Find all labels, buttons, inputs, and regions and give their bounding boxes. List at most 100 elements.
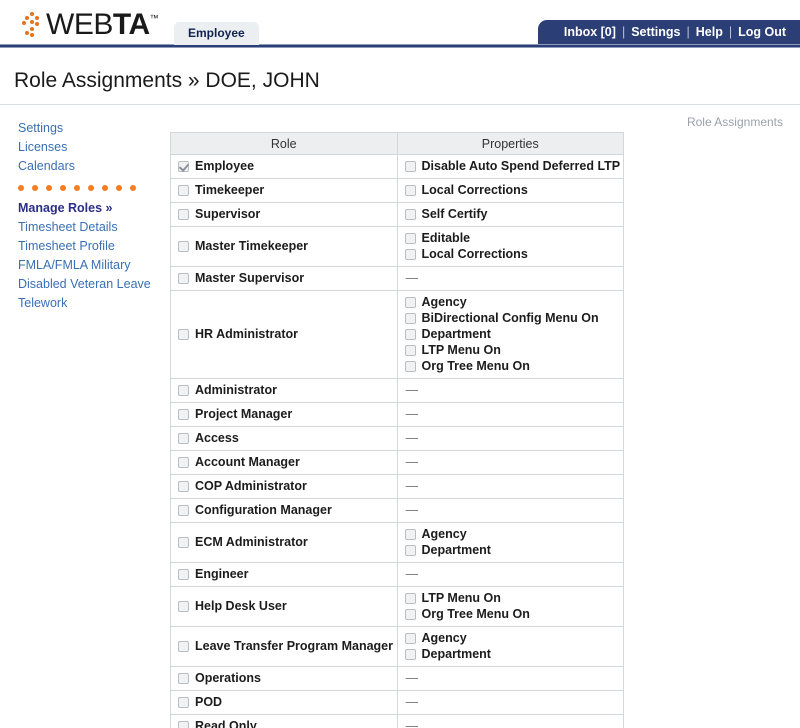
sidebar-item-fmla-fmla-military[interactable]: FMLA/FMLA Military <box>18 256 170 275</box>
role-option[interactable]: Configuration Manager <box>178 503 393 518</box>
checkbox-icon[interactable] <box>178 569 189 580</box>
checkbox-icon[interactable] <box>404 633 416 644</box>
checkbox-icon[interactable] <box>404 609 416 620</box>
property-option[interactable]: Department <box>404 327 620 342</box>
property-label: Agency <box>421 527 467 541</box>
role-option[interactable]: Timekeeper <box>178 183 393 198</box>
role-option[interactable]: Employee <box>178 159 393 174</box>
property-option[interactable]: Local Corrections <box>404 247 620 262</box>
property-option[interactable]: Self Certify <box>404 207 620 222</box>
checkbox-icon[interactable] <box>178 329 189 340</box>
checkbox-icon[interactable] <box>404 233 416 244</box>
role-option[interactable]: Master Timekeeper <box>178 239 393 254</box>
checkbox-icon[interactable] <box>404 593 416 604</box>
sidebar-item-licenses[interactable]: Licenses <box>18 138 170 157</box>
properties-cell: Disable Auto Spend Deferred LTP <box>396 154 624 179</box>
sidebar-item-timesheet-profile[interactable]: Timesheet Profile <box>18 237 170 256</box>
checkbox-icon[interactable] <box>404 161 416 172</box>
role-option[interactable]: HR Administrator <box>178 327 393 342</box>
checkbox-icon[interactable] <box>178 209 189 220</box>
property-label: BiDirectional Config Menu On <box>421 311 599 325</box>
role-cell: Master Timekeeper <box>170 226 398 267</box>
nav-settings-link[interactable]: Settings <box>631 25 680 39</box>
role-option[interactable]: Read Only <box>178 719 393 728</box>
checkbox-icon[interactable] <box>404 529 416 540</box>
property-option[interactable]: BiDirectional Config Menu On <box>404 311 620 326</box>
sidebar-item-settings[interactable]: Settings <box>18 119 170 138</box>
property-label: Agency <box>421 631 467 645</box>
nav-help-link[interactable]: Help <box>696 25 723 39</box>
property-option[interactable]: Department <box>404 543 620 558</box>
column-header-role: Role <box>170 132 398 155</box>
role-option[interactable]: Supervisor <box>178 207 393 222</box>
checkbox-icon[interactable] <box>404 649 416 660</box>
checkbox-icon[interactable] <box>178 385 189 396</box>
property-option[interactable]: Agency <box>404 631 620 646</box>
checkbox-icon[interactable] <box>404 345 416 356</box>
checkbox-icon[interactable] <box>178 433 189 444</box>
table-row: Leave Transfer Program Manager Agency Depa… <box>170 626 624 667</box>
checkbox-icon[interactable] <box>178 721 189 728</box>
checkbox-icon[interactable] <box>178 673 189 684</box>
property-option[interactable]: Local Corrections <box>404 183 620 198</box>
nav-inbox-link[interactable]: Inbox [0] <box>564 25 616 39</box>
role-cell: Read Only <box>170 714 398 728</box>
checkbox-icon[interactable] <box>404 249 416 260</box>
sidebar-item-manage-roles[interactable]: Manage Roles » <box>18 199 170 218</box>
checkbox-icon[interactable] <box>178 241 189 252</box>
role-label: Account Manager <box>195 455 300 469</box>
properties-cell: — <box>396 666 624 691</box>
role-option[interactable]: ECM Administrator <box>178 535 393 550</box>
property-option[interactable]: Agency <box>404 527 620 542</box>
property-option[interactable]: LTP Menu On <box>404 591 620 606</box>
role-option[interactable]: Account Manager <box>178 455 393 470</box>
checkbox-icon[interactable] <box>404 185 416 196</box>
property-option[interactable]: Org Tree Menu On <box>404 607 620 622</box>
checkbox-icon[interactable] <box>404 545 416 556</box>
role-option[interactable]: POD <box>178 695 393 710</box>
role-option[interactable]: Leave Transfer Program Manager <box>178 639 393 654</box>
checkbox-icon[interactable] <box>178 409 189 420</box>
checkbox-icon[interactable] <box>178 185 189 196</box>
property-label: Department <box>421 647 491 661</box>
role-option[interactable]: COP Administrator <box>178 479 393 494</box>
checkbox-icon[interactable] <box>404 329 416 340</box>
table-row: Master Supervisor — <box>170 266 624 291</box>
checkbox-icon[interactable] <box>178 457 189 468</box>
role-option[interactable]: Engineer <box>178 567 393 582</box>
checkbox-icon[interactable] <box>178 601 189 612</box>
checkbox-icon[interactable] <box>178 505 189 516</box>
checkbox-icon[interactable] <box>404 297 416 308</box>
checkbox-icon[interactable] <box>178 481 189 492</box>
checkbox-icon[interactable] <box>178 641 189 652</box>
property-option[interactable]: LTP Menu On <box>404 343 620 358</box>
role-option[interactable]: Project Manager <box>178 407 393 422</box>
sidebar-item-telework[interactable]: Telework <box>18 294 170 313</box>
checkbox-icon[interactable] <box>404 361 416 372</box>
property-option[interactable]: Org Tree Menu On <box>404 359 620 374</box>
role-option[interactable]: Administrator <box>178 383 393 398</box>
table-row: Timekeeper Local Corrections <box>170 178 624 203</box>
checkbox-icon[interactable] <box>178 273 189 284</box>
sidebar-item-timesheet-details[interactable]: Timesheet Details <box>18 218 170 237</box>
checkbox-icon[interactable] <box>178 161 189 172</box>
checkbox-icon[interactable] <box>178 697 189 708</box>
property-option[interactable]: Agency <box>404 295 620 310</box>
checkbox-icon[interactable] <box>404 313 416 324</box>
nav-logout-link[interactable]: Log Out <box>738 25 786 39</box>
checkbox-icon[interactable] <box>404 209 416 220</box>
role-option[interactable]: Operations <box>178 671 393 686</box>
property-option[interactable]: Editable <box>404 231 620 246</box>
property-option[interactable]: Disable Auto Spend Deferred LTP <box>404 159 620 174</box>
role-option[interactable]: Master Supervisor <box>178 271 393 286</box>
tab-employee[interactable]: Employee <box>174 22 259 45</box>
checkbox-icon[interactable] <box>178 537 189 548</box>
properties-cell: Agency BiDirectional Config Menu On Depart… <box>396 290 624 379</box>
sidebar-item-calendars[interactable]: Calendars <box>18 157 170 176</box>
sidebar-item-disabled-veteran-leave[interactable]: Disabled Veteran Leave <box>18 275 170 294</box>
role-label: Engineer <box>195 567 249 581</box>
role-option[interactable]: Help Desk User <box>178 599 393 614</box>
property-option[interactable]: Department <box>404 647 620 662</box>
table-row: ECM Administrator Agency Department <box>170 522 624 563</box>
role-option[interactable]: Access <box>178 431 393 446</box>
